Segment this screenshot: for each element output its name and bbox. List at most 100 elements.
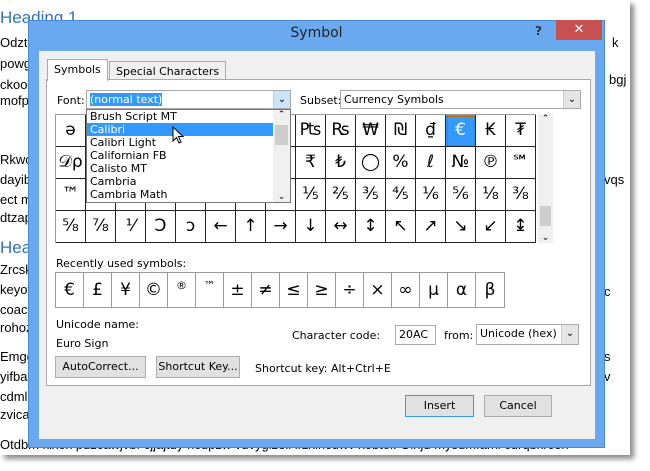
- symbol-cell[interactable]: 𝒟ρ: [56, 147, 86, 179]
- tab-symbols[interactable]: Symbols: [47, 59, 108, 81]
- symbol-cell[interactable]: ℠: [506, 147, 536, 179]
- recent-symbol-cell[interactable]: ™: [196, 273, 224, 307]
- tab-special-characters[interactable]: Special Characters: [109, 61, 227, 81]
- recent-symbol-cell[interactable]: ≠: [252, 273, 280, 307]
- recently-used-label: Recently used symbols:: [56, 257, 187, 270]
- subset-combobox[interactable]: Currency Symbols ⌄: [340, 90, 581, 109]
- symbol-cell[interactable]: ↙: [476, 211, 506, 243]
- symbol-cell[interactable]: ₺: [326, 147, 356, 179]
- tab-symbols-label: Symbols: [54, 63, 101, 76]
- symbol-cell[interactable]: ℗: [476, 147, 506, 179]
- character-code-input[interactable]: 20AC: [395, 325, 436, 345]
- symbol-cell[interactable]: ₹: [296, 147, 326, 179]
- symbol-cell[interactable]: №: [446, 147, 476, 179]
- chevron-down-icon[interactable]: ⌄: [273, 91, 290, 108]
- recent-symbol-cell[interactable]: ©: [140, 273, 168, 307]
- symbol-cell[interactable]: ⅚: [446, 179, 476, 211]
- symbol-cell[interactable]: ℓ: [416, 147, 446, 179]
- recent-symbol-cell[interactable]: µ: [420, 273, 448, 307]
- from-select[interactable]: Unicode (hex) ⌄: [476, 324, 579, 345]
- font-list-scrollbar[interactable]: ⌃ ⌄: [273, 110, 290, 202]
- recent-symbol-cell[interactable]: ±: [224, 273, 252, 307]
- symbol-grid-scrollbar[interactable]: ⌃ ⌄: [538, 114, 553, 243]
- symbol-cell[interactable]: ↗: [416, 211, 446, 243]
- symbol-cell[interactable]: ə: [56, 115, 86, 147]
- symbol-cell[interactable]: ↓: [296, 211, 326, 243]
- font-list-item[interactable]: Brush Script MT: [87, 110, 273, 123]
- scroll-thumb[interactable]: [540, 206, 551, 226]
- symbol-cell[interactable]: ⅕: [296, 179, 326, 211]
- dialog-title: Symbol: [290, 25, 343, 41]
- symbol-cell[interactable]: ₫: [416, 115, 446, 147]
- subset-value: Currency Symbols: [344, 93, 444, 106]
- recent-symbol-cell[interactable]: ¥: [112, 273, 140, 307]
- insert-button[interactable]: Insert: [405, 395, 474, 417]
- close-button[interactable]: ✕: [556, 20, 602, 40]
- symbol-cell[interactable]: ⅖: [326, 179, 356, 211]
- help-button[interactable]: ?: [535, 24, 542, 38]
- symbol-cell[interactable]: ₩: [356, 115, 386, 147]
- font-list-item[interactable]: Californian FB: [87, 149, 273, 162]
- symbol-cell[interactable]: ↘: [446, 211, 476, 243]
- symbol-cell[interactable]: ⅟: [116, 211, 146, 243]
- symbol-cell[interactable]: ₭: [476, 115, 506, 147]
- document-line-fragment: powg: [0, 56, 32, 71]
- document-line-fragment: vqs: [604, 172, 625, 187]
- symbol-cell[interactable]: ↄ: [176, 211, 206, 243]
- scroll-up-icon[interactable]: ⌃: [538, 114, 553, 124]
- subset-label: Subset:: [300, 94, 342, 107]
- document-line-fragment: bgj: [609, 72, 627, 87]
- symbol-cell[interactable]: ⅛: [476, 179, 506, 211]
- recent-symbol-cell[interactable]: €: [56, 273, 84, 307]
- character-code-value: 20AC: [399, 328, 429, 341]
- font-list-item[interactable]: Cambria Math: [87, 188, 273, 201]
- symbol-cell[interactable]: ⅞: [86, 211, 116, 243]
- recent-symbol-cell[interactable]: ×: [364, 273, 392, 307]
- symbol-cell[interactable]: ₨: [326, 115, 356, 147]
- scroll-up-icon[interactable]: ⌃: [273, 110, 290, 120]
- symbol-cell[interactable]: ↑: [236, 211, 266, 243]
- symbol-cell[interactable]: ₪: [386, 115, 416, 147]
- scroll-down-icon[interactable]: ⌄: [273, 192, 290, 202]
- recent-symbol-cell[interactable]: ≤: [280, 273, 308, 307]
- symbol-cell[interactable]: ↕: [356, 211, 386, 243]
- shortcut-key-button[interactable]: Shortcut Key...: [156, 356, 240, 378]
- recent-symbol-cell[interactable]: α: [448, 273, 476, 307]
- symbol-cell[interactable]: Ↄ: [146, 211, 176, 243]
- font-dropdown-list: ⌃ ⌄ Brush Script MT Calibri Calibri Light C…: [86, 109, 291, 203]
- cancel-button[interactable]: Cancel: [484, 395, 552, 417]
- symbol-cell[interactable]: %: [386, 147, 416, 179]
- symbol-cell[interactable]: ←: [206, 211, 236, 243]
- font-list-item[interactable]: Cambria: [87, 175, 273, 188]
- font-label: Font:: [57, 94, 85, 107]
- autocorrect-button[interactable]: AutoCorrect...: [55, 356, 146, 378]
- symbol-cell[interactable]: ⅗: [356, 179, 386, 211]
- symbol-cell[interactable]: ™: [56, 179, 86, 211]
- symbol-cell[interactable]: ₮: [506, 115, 536, 147]
- symbol-cell[interactable]: ◯: [356, 147, 386, 179]
- symbol-cell[interactable]: ⅜: [506, 179, 536, 211]
- symbol-cell[interactable]: €: [446, 115, 476, 147]
- symbol-cell[interactable]: ↖: [386, 211, 416, 243]
- recent-symbol-cell[interactable]: ≥: [308, 273, 336, 307]
- symbol-cell[interactable]: ↔: [326, 211, 356, 243]
- scroll-down-icon[interactable]: ⌄: [538, 233, 553, 243]
- recent-symbol-cell[interactable]: ÷: [336, 273, 364, 307]
- recent-symbol-cell[interactable]: £: [84, 273, 112, 307]
- recent-symbol-cell[interactable]: ∞: [392, 273, 420, 307]
- scroll-thumb[interactable]: [275, 125, 288, 145]
- symbol-cell[interactable]: ↨: [506, 211, 536, 243]
- symbol-cell[interactable]: ₧: [296, 115, 326, 147]
- symbol-cell[interactable]: ⅙: [416, 179, 446, 211]
- document-line-fragment: Zrcsk: [0, 262, 32, 277]
- chevron-down-icon[interactable]: ⌄: [561, 325, 578, 344]
- chevron-down-icon[interactable]: ⌄: [563, 91, 580, 108]
- symbol-cell[interactable]: →: [266, 211, 296, 243]
- recent-symbol-cell[interactable]: β: [476, 273, 504, 307]
- font-list-item[interactable]: Calisto MT: [87, 162, 273, 175]
- recent-symbol-cell[interactable]: ®: [168, 273, 196, 307]
- symbol-cell[interactable]: ⅝: [56, 211, 86, 243]
- tab-special-characters-label: Special Characters: [116, 65, 220, 78]
- symbol-cell[interactable]: ⅘: [386, 179, 416, 211]
- font-combobox[interactable]: (normal text) ⌄: [86, 90, 291, 109]
